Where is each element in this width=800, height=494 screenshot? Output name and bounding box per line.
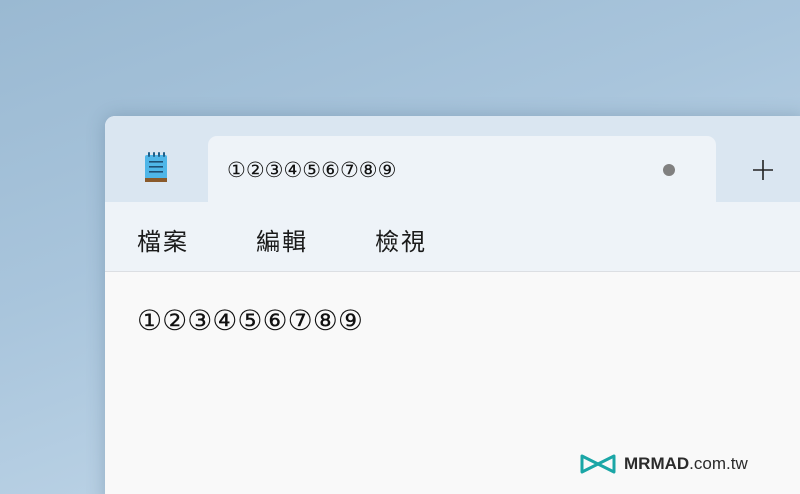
editor-content: ①②③④⑤⑥⑦⑧⑨ (137, 304, 363, 337)
watermark-text: MRMAD.com.tw (624, 454, 748, 474)
menu-view[interactable]: 檢視 (375, 222, 427, 257)
watermark-suffix: .com.tw (689, 454, 748, 473)
watermark: MRMAD.com.tw (580, 450, 748, 478)
menu-file[interactable]: 檔案 (137, 222, 189, 257)
mrmad-logo-icon (580, 454, 616, 474)
notepad-window: ①②③④⑤⑥⑦⑧⑨ 檔案 編輯 檢視 ①②③④⑤⑥⑦⑧⑨ (105, 116, 800, 494)
menu-bar: 檔案 編輯 檢視 (105, 202, 800, 272)
menu-edit[interactable]: 編輯 (256, 222, 308, 257)
plus-icon[interactable] (745, 152, 781, 188)
title-bar: ①②③④⑤⑥⑦⑧⑨ (105, 116, 800, 202)
tab-title: ①②③④⑤⑥⑦⑧⑨ (227, 158, 397, 182)
notepad-icon (145, 152, 167, 182)
tab-document[interactable]: ①②③④⑤⑥⑦⑧⑨ (208, 136, 716, 202)
watermark-brand: MRMAD (624, 454, 690, 473)
unsaved-dot-icon[interactable] (663, 164, 675, 176)
